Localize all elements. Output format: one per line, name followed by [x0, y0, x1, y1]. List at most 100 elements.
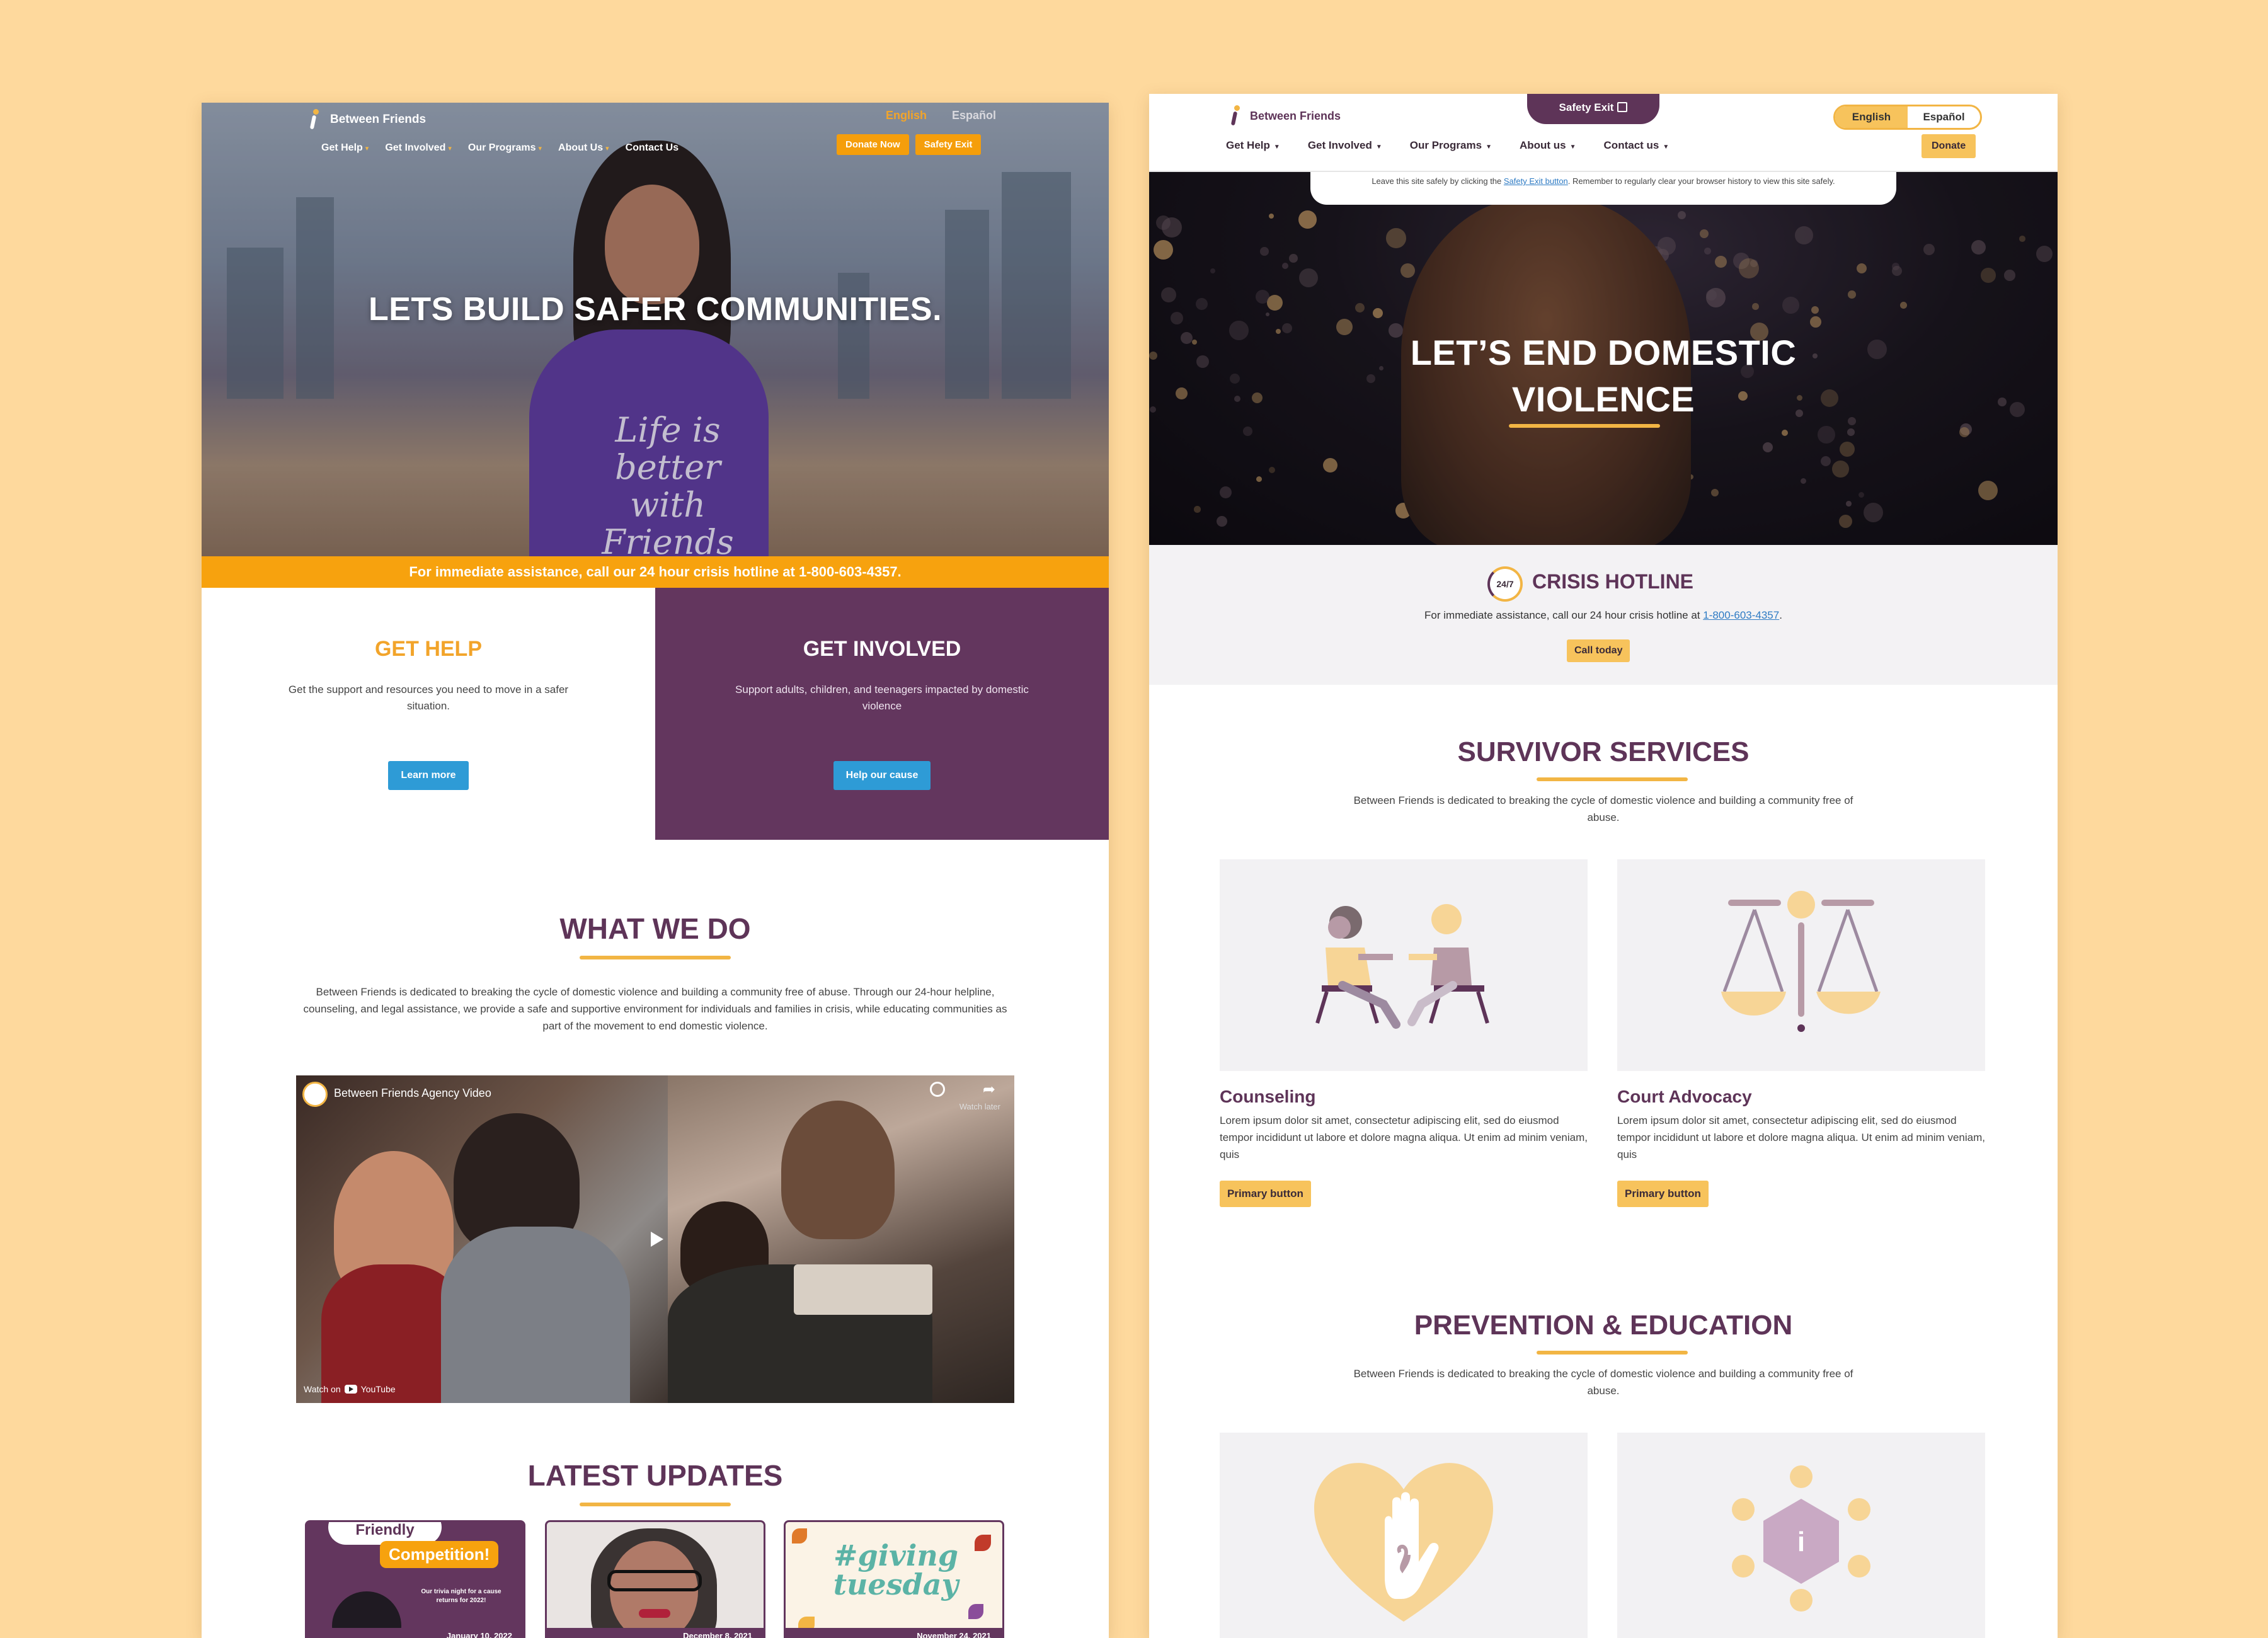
- hero-photo: Life is better with Friends Between Frie…: [202, 103, 1109, 561]
- counseling-text: Lorem ipsum dolor sit amet, consectetur …: [1220, 1114, 1588, 1160]
- exit-icon: [1617, 102, 1628, 112]
- header-buttons: Donate Now Safety Exit: [837, 134, 982, 155]
- chevron-down-icon: ▼: [1375, 144, 1382, 151]
- counseling-title: Counseling: [1220, 1087, 1316, 1106]
- safety-exit-link[interactable]: Safety Exit button: [1504, 176, 1568, 186]
- court-advocacy-title: Court Advocacy: [1617, 1087, 1752, 1106]
- prevention-education-text: Between Friends is dedicated to breaking…: [1353, 1368, 1853, 1397]
- update-card-3[interactable]: #giving tuesday November 24, 2021: [784, 1520, 1004, 1638]
- get-involved-title: GET INVOLVED: [803, 637, 961, 661]
- title-underline: [580, 1503, 731, 1506]
- youtube-icon: [344, 1385, 357, 1394]
- watch-later-label[interactable]: Watch later: [959, 1102, 1000, 1111]
- channel-avatar[interactable]: [302, 1082, 328, 1107]
- crisis-title: CRISIS HOTLINE: [1532, 570, 1694, 593]
- hero-title: LET’S END DOMESTIC VIOLENCE: [1410, 333, 1797, 419]
- crisis-hotline-section: 24/7 CRISIS HOTLINE For immediate assist…: [1149, 545, 2058, 685]
- hero-photo: Leave this site safely by clicking the S…: [1149, 172, 2058, 545]
- title-underline: [1509, 424, 1660, 428]
- counseling-icon: [1315, 904, 1489, 1029]
- clock-icon[interactable]: [930, 1082, 945, 1097]
- what-we-do-title: WHAT WE DO: [559, 912, 751, 945]
- nav-item-contact-us[interactable]: Contact Us: [626, 142, 679, 154]
- video-title[interactable]: Between Friends Agency Video: [334, 1087, 491, 1100]
- counseling-primary-button[interactable]: Primary button: [1220, 1181, 1311, 1207]
- info-network-icon: i: [1732, 1465, 1870, 1612]
- latest-updates-title: LATEST UPDATES: [527, 1459, 783, 1492]
- survivor-services-title: SURVIVOR SERVICES: [1457, 736, 1750, 767]
- update-card-2[interactable]: December 8, 2021: [545, 1520, 765, 1638]
- logo-text: Between Friends: [330, 113, 427, 126]
- crisis-text: For immediate assistance, call our 24 ho…: [1424, 609, 1782, 621]
- left-page-mockup: Life is better with Friends Between Frie…: [202, 103, 1109, 1638]
- clock-24-7-icon: 24/7: [1487, 566, 1523, 602]
- chevron-down-icon: ▾: [605, 145, 609, 152]
- update-3-date: November 24, 2021: [917, 1631, 991, 1638]
- logo[interactable]: Between Friends: [307, 109, 426, 130]
- nav-item-our-programs[interactable]: Our Programs ▾: [468, 142, 542, 154]
- donate-button[interactable]: Donate Now: [837, 134, 909, 155]
- learn-more-button[interactable]: Learn more: [388, 761, 469, 790]
- watch-on-youtube[interactable]: Watch on YouTube: [304, 1384, 396, 1394]
- logo[interactable]: Between Friends: [1228, 105, 1341, 127]
- get-help-card: GET HELP Get the support and resources y…: [202, 588, 655, 840]
- chevron-down-icon: ▾: [365, 145, 369, 152]
- lang-english[interactable]: English: [1835, 106, 1908, 128]
- chevron-down-icon: ▾: [448, 145, 452, 152]
- logo-text: Between Friends: [1250, 109, 1341, 122]
- nav-item-get-involved[interactable]: Get Involved ▼: [1308, 139, 1382, 152]
- prevention-education-title: PREVENTION & EDUCATION: [1414, 1310, 1793, 1341]
- get-help-text: Get the support and resources you need t…: [288, 684, 569, 712]
- logo-figure-icon: [307, 109, 324, 130]
- get-involved-card: GET INVOLVED Support adults, children, a…: [655, 588, 1109, 840]
- safety-exit-tab[interactable]: Safety Exit: [1527, 94, 1659, 124]
- title-underline: [1537, 777, 1688, 781]
- share-icon[interactable]: ➦: [983, 1080, 995, 1099]
- donate-button[interactable]: Donate: [1922, 134, 1976, 158]
- main-nav: Get Help ▾ Get Involved ▾ Our Programs ▾ Ab…: [321, 142, 679, 154]
- language-switch: English Español: [886, 109, 996, 122]
- get-help-title: GET HELP: [374, 637, 483, 661]
- get-involved-text: Support adults, children, and teenagers …: [735, 684, 1029, 712]
- update-card-1[interactable]: Friendly Competition! Our trivia night f…: [305, 1520, 525, 1638]
- lang-espanol[interactable]: Español: [952, 109, 996, 122]
- nav-item-get-help[interactable]: Get Help ▼: [1226, 139, 1280, 152]
- court-advocacy-text: Lorem ipsum dolor sit amet, consectetur …: [1617, 1114, 1985, 1160]
- nav-item-get-help[interactable]: Get Help ▾: [321, 142, 369, 154]
- counseling-illustration: [1220, 859, 1588, 1071]
- language-toggle: English Español: [1833, 105, 1982, 130]
- prevention-illustration: [1220, 1433, 1588, 1638]
- safety-exit-button[interactable]: Safety Exit: [915, 134, 982, 155]
- lang-english[interactable]: English: [886, 109, 927, 122]
- play-icon[interactable]: [641, 1225, 669, 1253]
- hero-title: LETS BUILD SAFER COMMUNITIES.: [368, 291, 942, 328]
- logo-figure-icon: [1228, 105, 1245, 127]
- chevron-down-icon: ▼: [1569, 144, 1576, 151]
- what-we-do-text: Between Friends is dedicated to breaking…: [303, 986, 1007, 1032]
- title-underline: [580, 956, 731, 959]
- chevron-down-icon: ▼: [1663, 144, 1670, 151]
- help-our-cause-button[interactable]: Help our cause: [833, 761, 931, 790]
- hotline-phone-link[interactable]: 1-800-603-4357: [1703, 609, 1779, 621]
- court-advocacy-illustration: [1617, 859, 1985, 1071]
- scales-icon: [1721, 891, 1881, 1032]
- call-today-button[interactable]: Call today: [1567, 639, 1630, 662]
- lang-espanol[interactable]: Español: [1908, 106, 1980, 128]
- nav-item-about-us[interactable]: About Us ▾: [558, 142, 609, 154]
- safety-notice: Leave this site safely by clicking the S…: [1310, 172, 1896, 205]
- nav-item-our-programs[interactable]: Our Programs ▼: [1410, 139, 1492, 152]
- education-illustration: i: [1617, 1433, 1985, 1638]
- nav-item-contact-us[interactable]: Contact us ▼: [1604, 139, 1670, 152]
- hotline-banner: For immediate assistance, call our 24 ho…: [202, 556, 1109, 588]
- chevron-down-icon: ▼: [1486, 144, 1492, 151]
- right-page-mockup: Between Friends Safety Exit English Espa…: [1149, 94, 2058, 1638]
- video-frame-left: [296, 1075, 668, 1403]
- nav-item-about-us[interactable]: About us ▼: [1520, 139, 1576, 152]
- info-icon: i: [1797, 1526, 1805, 1557]
- court-advocacy-primary-button[interactable]: Primary button: [1617, 1181, 1709, 1207]
- video-player[interactable]: Between Friends Agency Video ➦ Watch lat…: [296, 1075, 1014, 1403]
- update-1-date: January 10, 2022: [446, 1631, 512, 1638]
- nav-item-get-involved[interactable]: Get Involved ▾: [385, 142, 452, 154]
- video-frame-right: [668, 1075, 1014, 1403]
- update-3-heading: #giving tuesday: [833, 1538, 959, 1601]
